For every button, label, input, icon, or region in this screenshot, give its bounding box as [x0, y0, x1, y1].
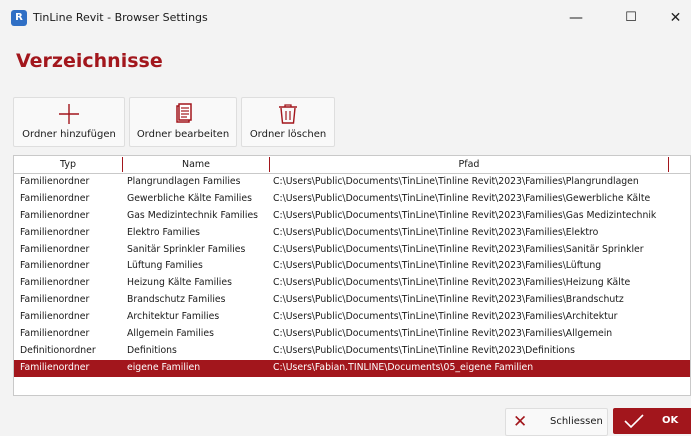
- cell-name: Allgemein Families: [127, 328, 214, 340]
- table-row[interactable]: Definitionordner Definitions C:\Users\Publ…: [14, 343, 690, 360]
- close-window-button[interactable]: ✕: [660, 0, 691, 36]
- cell-name: Architektur Families: [127, 311, 220, 323]
- table-header: Typ Name Pfad: [14, 156, 690, 174]
- table-row[interactable]: Familienordner Lüftung Families C:\Users\P…: [14, 258, 690, 275]
- column-header-name[interactable]: Name: [123, 156, 269, 173]
- cell-pfad: C:\Users\Public\Documents\TinLine\Tinlin…: [273, 294, 624, 306]
- table-row[interactable]: Familienordner Brandschutz Families C:\Use…: [14, 292, 690, 309]
- cell-name: Definitions: [127, 344, 177, 356]
- window-title: TinLine Revit - Browser Settings: [33, 11, 208, 24]
- cell-pfad: C:\Users\Public\Documents\TinLine\Tinlin…: [273, 277, 631, 289]
- close-button-label: Schliessen: [550, 416, 603, 427]
- cell-pfad: C:\Users\Public\Documents\TinLine\Tinlin…: [273, 243, 644, 255]
- minimize-button[interactable]: —: [553, 0, 599, 36]
- cell-name: Elektro Families: [127, 226, 201, 238]
- cell-name: Gas Medizintechnik Families: [127, 209, 259, 221]
- ok-button-label: OK: [662, 415, 679, 426]
- column-separator[interactable]: [668, 157, 669, 172]
- edit-folder-button[interactable]: Ordner bearbeiten: [129, 97, 237, 147]
- cell-typ: Familienordner: [20, 277, 90, 289]
- cell-typ: Familienordner: [20, 311, 90, 323]
- cell-pfad: C:\Users\Public\Documents\TinLine\Tinlin…: [273, 311, 618, 323]
- table-row[interactable]: Familienordner Sanitär Sprinkler Families…: [14, 242, 690, 259]
- add-folder-button[interactable]: Ordner hinzufügen: [13, 97, 125, 147]
- checkmark-icon: [624, 414, 644, 429]
- cell-name: Lüftung Families: [127, 260, 203, 272]
- cell-name: Heizung Kälte Families: [127, 277, 232, 289]
- cell-pfad: C:\Users\Public\Documents\TinLine\Tinlin…: [273, 344, 575, 356]
- cell-pfad: C:\Users\Public\Documents\TinLine\Tinlin…: [273, 192, 651, 204]
- cell-pfad: C:\Users\Public\Documents\TinLine\Tinlin…: [273, 226, 599, 238]
- cell-name: eigene Familien: [127, 361, 201, 373]
- document-edit-icon: [176, 103, 192, 123]
- table-row[interactable]: Familienordner Elektro Families C:\Users\P…: [14, 225, 690, 242]
- cell-typ: Familienordner: [20, 243, 90, 255]
- close-icon: ✕: [513, 412, 528, 432]
- column-header-pfad[interactable]: Pfad: [270, 156, 668, 173]
- cell-typ: Familienordner: [20, 328, 90, 340]
- column-header-typ[interactable]: Typ: [14, 156, 122, 173]
- directory-table[interactable]: Typ Name Pfad Familienordner Plangrundlag…: [13, 155, 691, 396]
- cell-name: Sanitär Sprinkler Families: [127, 243, 246, 255]
- table-row[interactable]: Familienordner Allgemein Families C:\Users…: [14, 326, 690, 343]
- cell-name: Plangrundlagen Families: [127, 176, 241, 187]
- cell-pfad: C:\Users\Public\Documents\TinLine\Tinlin…: [273, 328, 613, 340]
- edit-folder-label: Ordner bearbeiten: [136, 129, 230, 140]
- cell-pfad: C:\Users\Public\Documents\TinLine\Tinlin…: [273, 260, 602, 272]
- cell-name: Brandschutz Families: [127, 294, 226, 306]
- cell-name: Gewerbliche Kälte Families: [127, 192, 252, 204]
- add-folder-label: Ordner hinzufügen: [22, 129, 116, 140]
- cell-typ: Familienordner: [20, 176, 90, 187]
- page-title: Verzeichnisse: [16, 50, 163, 72]
- cell-pfad: C:\Users\Public\Documents\TinLine\Tinlin…: [273, 209, 657, 221]
- cell-typ: Definitionordner: [20, 344, 96, 356]
- trash-icon: [279, 104, 297, 124]
- cell-typ: Familienordner: [20, 260, 90, 272]
- title-bar: R TinLine Revit - Browser Settings — ☐ ✕: [0, 0, 691, 36]
- table-row[interactable]: Familienordner Gewerbliche Kälte Families…: [14, 191, 690, 208]
- ok-button[interactable]: OK: [613, 408, 691, 434]
- delete-folder-button[interactable]: Ordner löschen: [241, 97, 335, 147]
- cell-typ: Familienordner: [20, 209, 90, 221]
- delete-folder-label: Ordner löschen: [249, 129, 327, 140]
- table-row[interactable]: Familienordner eigene Familien C:\Users\Fa…: [14, 359, 690, 377]
- cell-typ: Familienordner: [20, 361, 90, 373]
- cell-pfad: C:\Users\Public\Documents\TinLine\Tinlin…: [273, 176, 639, 187]
- table-row[interactable]: Familienordner Gas Medizintechnik Familie…: [14, 208, 690, 225]
- cell-typ: Familienordner: [20, 226, 90, 238]
- table-row[interactable]: Familienordner Architektur Families C:\Use…: [14, 309, 690, 326]
- table-row[interactable]: Familienordner Plangrundlagen Families C:\…: [14, 174, 690, 191]
- maximize-button[interactable]: ☐: [608, 0, 654, 36]
- cell-pfad: C:\Users\Fabian.TINLINE\Documents\05_eig…: [273, 361, 534, 373]
- cell-typ: Familienordner: [20, 192, 90, 204]
- plus-icon: [59, 104, 79, 124]
- cell-typ: Familienordner: [20, 294, 90, 306]
- app-icon: R: [11, 10, 27, 26]
- table-body: Familienordner Plangrundlagen Families C:\…: [14, 174, 690, 377]
- table-row[interactable]: Familienordner Heizung Kälte Families C:\U…: [14, 275, 690, 292]
